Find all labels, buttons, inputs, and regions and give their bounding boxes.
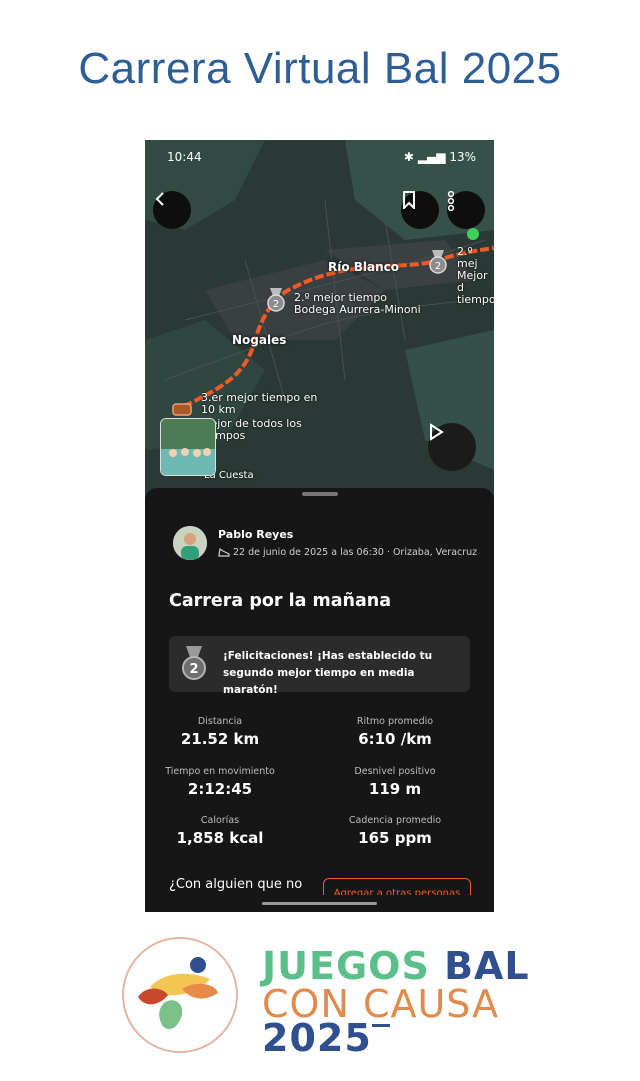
bookmark-icon: [403, 191, 415, 209]
segment-label-right: 2.º mej Mejor d tiempo: [457, 245, 494, 306]
start-marker: [467, 228, 479, 240]
second-place-medal-icon: 2: [267, 288, 285, 312]
page-title: Carrera Virtual Bal 2025: [78, 44, 562, 93]
avatar[interactable]: [173, 526, 207, 560]
city-rio-blanco: Río Blanco: [328, 260, 400, 274]
stat-pace: Ritmo promedio 6:10 /km: [356, 716, 434, 748]
brand-emblem-icon: [122, 937, 238, 1053]
play-icon: [430, 423, 444, 441]
battery-percentage: 13%: [449, 150, 476, 164]
svg-text:2: 2: [273, 299, 279, 310]
medal-icon: 2: [182, 646, 206, 680]
user-avatar-icon: [173, 526, 207, 560]
bookmark-button[interactable]: [401, 191, 439, 229]
back-button[interactable]: [153, 191, 191, 229]
system-nav-bar: [145, 895, 494, 912]
route-map[interactable]: 10:44 ✱ ▂▄▆ 13% 2 2.º mejor tiempo Bodega…: [145, 140, 494, 500]
stat-distance: Distancia 21.52 km: [180, 716, 260, 748]
stat-calories: Calorías 1,858 kcal: [176, 815, 264, 847]
sheet-grabber[interactable]: [302, 492, 338, 496]
bluetooth-icon: ✱: [403, 150, 414, 164]
more-options-button[interactable]: [447, 191, 485, 229]
status-icons: ✱ ▂▄▆ 13%: [404, 150, 476, 164]
with-someone-prompt: ¿Con alguien que no: [169, 877, 303, 892]
city-nogales: Nogales: [232, 333, 287, 347]
activity-title: Carrera por la mañana: [169, 591, 392, 611]
stat-moving-time: Tiempo en movimiento 2:12:45: [165, 766, 275, 798]
home-indicator[interactable]: [262, 902, 377, 905]
play-flyover-button[interactable]: [428, 423, 476, 471]
more-vertical-icon: [447, 191, 455, 211]
user-name[interactable]: Pablo Reyes: [218, 528, 293, 541]
svg-text:2: 2: [189, 662, 198, 677]
segment-label-bodega: 2.º mejor tiempo Bodega Aurrera-Minoni: [294, 291, 421, 316]
svg-text:2: 2: [435, 261, 441, 272]
status-time: 10:44: [167, 150, 202, 164]
bronze-medal-icon: [172, 403, 192, 416]
shoe-icon: [218, 547, 230, 557]
brand-dash-icon: [372, 1024, 390, 1027]
activity-sheet: Pablo Reyes 22 de junio de 2025 a las 06…: [145, 488, 494, 912]
phone-screenshot: 10:44 ✱ ▂▄▆ 13% 2 2.º mejor tiempo Bodega…: [145, 140, 494, 912]
brand-line-year: 2025: [262, 1016, 390, 1060]
achievement-text: ¡Felicitaciones! ¡Has establecido tu seg…: [223, 650, 433, 696]
achievement-banner[interactable]: 2 ¡Felicitaciones! ¡Has establecido tu s…: [169, 636, 470, 696]
status-bar: 10:44 ✱ ▂▄▆ 13%: [167, 150, 476, 164]
chevron-left-icon: [155, 192, 164, 206]
segment-label-10k: 3.er mejor tiempo en 10 km Mejor de todos…: [201, 391, 318, 442]
group-photo-icon: [161, 419, 215, 475]
stat-cadence: Cadencia promedio 165 ppm: [348, 815, 442, 847]
activity-photo-thumbnail[interactable]: [160, 418, 216, 476]
stat-elevation: Desnivel positivo 119 m: [354, 766, 436, 798]
juegos-bal-logo: [120, 935, 240, 1055]
second-place-medal-icon-2: 2: [429, 250, 447, 274]
activity-meta: 22 de junio de 2025 a las 06:30 · Orizab…: [218, 546, 477, 558]
signal-icon: ▂▄▆: [417, 150, 446, 164]
